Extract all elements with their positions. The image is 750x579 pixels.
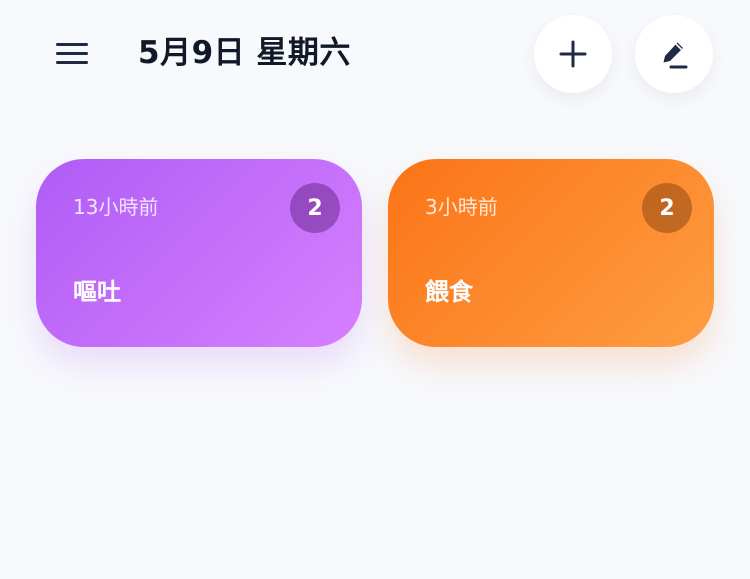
event-card-feed[interactable]: 3小時前 2 餵食: [388, 159, 714, 347]
event-card-vomit[interactable]: 13小時前 2 嘔吐: [36, 159, 362, 347]
card-label: 餵食: [425, 278, 473, 306]
add-button[interactable]: [534, 15, 612, 93]
card-time-ago: 13小時前: [73, 195, 159, 219]
app-header: 5月9日 星期六: [0, 0, 750, 110]
plus-icon: [559, 40, 587, 68]
card-time-ago: 3小時前: [425, 195, 498, 219]
card-count-badge: 2: [642, 183, 692, 233]
card-label: 嘔吐: [73, 278, 121, 306]
pencil-icon: [663, 42, 688, 69]
page-title: 5月9日 星期六: [138, 35, 351, 71]
edit-button[interactable]: [635, 15, 713, 93]
menu-button[interactable]: [48, 34, 96, 74]
card-count-badge: 2: [290, 183, 340, 233]
